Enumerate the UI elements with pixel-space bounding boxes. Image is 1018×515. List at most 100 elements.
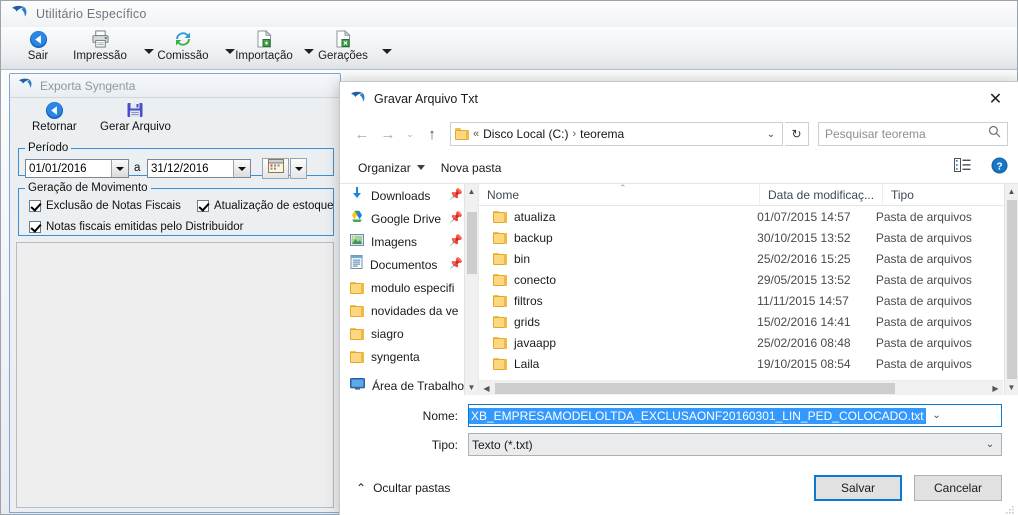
calendar-dropdown-button[interactable] xyxy=(290,158,307,179)
column-header-tipo[interactable]: Tipo xyxy=(882,184,1002,205)
up-icon[interactable]: ↑ xyxy=(420,122,444,146)
breadcrumb[interactable]: « Disco Local (C:) › teorema ⌄ xyxy=(450,122,783,146)
chevron-down-icon[interactable]: ⌄ xyxy=(760,123,782,145)
checkbox-checked-icon[interactable] xyxy=(197,200,209,212)
sidebar-item-label: Imagens xyxy=(371,234,418,249)
main-application-window: Utilitário Específico Sair Impressão Com… xyxy=(0,0,1018,515)
pin-icon[interactable]: 📌 xyxy=(449,236,463,247)
scroll-down-icon[interactable]: ▼ xyxy=(465,380,478,395)
gerar-arquivo-button[interactable]: Gerar Arquivo xyxy=(100,100,171,133)
table-row[interactable]: grids 15/02/2016 14:41 Pasta de arquivos xyxy=(479,311,1003,332)
retornar-button[interactable]: Retornar xyxy=(32,100,77,133)
sidebar-item-downloads[interactable]: Downloads 📌 xyxy=(340,184,464,207)
pin-icon[interactable]: 📌 xyxy=(449,213,463,224)
file-type-select[interactable]: Texto (*.txt) ⌄ xyxy=(468,433,1002,456)
table-row[interactable]: atualiza 01/07/2015 14:57 Pasta de arqui… xyxy=(479,206,1003,227)
retornar-label: Retornar xyxy=(32,121,77,133)
refresh-sync-icon xyxy=(173,29,193,49)
file-list-horizontal-scrollbar[interactable]: ◀ ▶ xyxy=(479,380,1003,395)
sidebar-item-documentos[interactable]: Documentos 📌 xyxy=(340,253,464,276)
sidebar-item-area-de-trabalho[interactable]: Área de Trabalho xyxy=(340,374,464,395)
checkbox-exclusao-notas-fiscais[interactable]: Exclusão de Notas Fiscais xyxy=(29,200,181,212)
download-icon xyxy=(350,186,364,205)
chevron-down-icon xyxy=(416,165,425,170)
view-layout-icon[interactable] xyxy=(954,158,971,177)
checkbox-checked-icon[interactable] xyxy=(29,200,41,212)
start-date-combo[interactable]: 01/01/2016 xyxy=(25,159,129,178)
back-icon[interactable]: ← xyxy=(350,122,374,146)
folder-icon xyxy=(493,252,507,265)
sidebar-item-siagro[interactable]: siagro xyxy=(340,322,464,345)
breadcrumb-separator: › xyxy=(572,128,577,140)
toolbar-button-geracoes[interactable]: Gerações xyxy=(306,29,380,62)
column-header-data-modificacao[interactable]: Data de modificaç... xyxy=(759,184,882,205)
desktop-icon xyxy=(350,377,365,395)
end-date-combo[interactable]: 31/12/2016 xyxy=(147,159,251,178)
toolbar-dropdown-geracoes[interactable] xyxy=(382,49,392,54)
exporta-syngenta-toolbar: Retornar Gerar Arquivo xyxy=(10,98,340,140)
folder-icon xyxy=(493,210,507,223)
file-name: bin xyxy=(514,251,531,266)
checkbox-checked-icon[interactable] xyxy=(29,221,41,233)
resize-grip-icon[interactable] xyxy=(1005,502,1015,514)
search-input[interactable]: Pesquisar teorema xyxy=(818,122,1008,146)
scrollbar-thumb[interactable] xyxy=(495,383,895,394)
nova-pasta-label: Nova pasta xyxy=(440,160,502,175)
file-name-row: Nome: XB_EMPRESAMODELOLTDA_EXCLUSAONF201… xyxy=(356,403,1002,428)
pin-icon[interactable]: 📌 xyxy=(449,259,463,270)
scroll-right-icon[interactable]: ▶ xyxy=(988,381,1003,395)
help-icon[interactable]: ? xyxy=(991,157,1008,179)
sidebar-item-google-drive[interactable]: Google Drive 📌 xyxy=(340,207,464,230)
file-name: grids xyxy=(514,314,541,329)
table-row[interactable]: Laila 19/10/2015 08:54 Pasta de arquivos xyxy=(479,353,1003,374)
breadcrumb-item-teorema[interactable]: teorema xyxy=(580,127,624,141)
sidebar-item-imagens[interactable]: Imagens 📌 xyxy=(340,230,464,253)
nova-pasta-button[interactable]: Nova pasta xyxy=(433,152,510,183)
scrollbar-thumb[interactable] xyxy=(1007,200,1017,379)
table-row[interactable]: backup 30/10/2015 13:52 Pasta de arquivo… xyxy=(479,227,1003,248)
table-row[interactable]: filtros 11/11/2015 14:57 Pasta de arquiv… xyxy=(479,290,1003,311)
chevron-down-icon[interactable]: ⌄ xyxy=(926,410,948,421)
scrollbar-thumb[interactable] xyxy=(467,212,477,274)
start-date-dropdown-icon[interactable] xyxy=(111,160,128,177)
toolbar-label-geracoes: Gerações xyxy=(318,50,368,62)
sidebar-item-modulo-especifico[interactable]: modulo especifi xyxy=(340,276,464,299)
sidebar-item-novidades-da-versao[interactable]: novidades da ve xyxy=(340,299,464,322)
chevron-down-icon[interactable]: ⌄ xyxy=(979,439,1001,450)
google-drive-icon xyxy=(350,210,364,228)
checkbox-notas-fiscais-distribuidor[interactable]: Notas fiscais emitidas pelo Distribuidor xyxy=(29,221,244,233)
application-toolbar: Sair Impressão Comissão Importação Geraç… xyxy=(1,27,1017,70)
table-row[interactable]: javaapp 25/02/2016 08:48 Pasta de arquiv… xyxy=(479,332,1003,353)
save-button[interactable]: Salvar xyxy=(814,475,902,501)
refresh-icon[interactable]: ↻ xyxy=(785,122,809,146)
pin-icon[interactable]: 📌 xyxy=(449,190,463,201)
table-row[interactable]: bin 25/02/2016 15:25 Pasta de arquivos xyxy=(479,248,1003,269)
toolbar-button-impressao[interactable]: Impressão xyxy=(63,29,137,62)
checkbox-atualizacao-estoque[interactable]: Atualização de estoque xyxy=(197,200,334,212)
file-name-input[interactable]: XB_EMPRESAMODELOLTDA_EXCLUSAONF20160301_… xyxy=(468,404,1002,427)
toolbar-button-comissao[interactable]: Comissão xyxy=(146,29,220,62)
search-placeholder: Pesquisar teorema xyxy=(825,127,926,141)
ocultar-pastas-toggle[interactable]: ⌃ Ocultar pastas xyxy=(356,481,450,495)
end-date-dropdown-icon[interactable] xyxy=(233,160,250,177)
sidebar-item-syngenta[interactable]: syngenta xyxy=(340,345,464,368)
svg-text:?: ? xyxy=(996,161,1002,172)
scroll-down-icon[interactable]: ▼ xyxy=(1005,380,1018,395)
file-date: 15/02/2016 14:41 xyxy=(757,314,851,329)
breadcrumb-item-disco-local[interactable]: Disco Local (C:) xyxy=(483,127,568,141)
calendar-button[interactable] xyxy=(262,158,289,179)
file-list-vertical-scrollbar[interactable]: ▲ ▼ xyxy=(1004,184,1018,395)
forward-icon[interactable]: → xyxy=(376,122,400,146)
close-icon[interactable]: ✕ xyxy=(973,82,1018,116)
scroll-up-icon[interactable]: ▲ xyxy=(1005,184,1018,199)
scroll-up-icon[interactable]: ▲ xyxy=(465,184,478,199)
table-row[interactable]: conecto 29/05/2015 13:52 Pasta de arquiv… xyxy=(479,269,1003,290)
sidebar-vertical-scrollbar[interactable]: ▲ ▼ xyxy=(464,184,478,395)
application-titlebar: Utilitário Específico xyxy=(1,1,1017,27)
organizar-menu[interactable]: Organizar xyxy=(350,152,433,183)
back-arrow-icon xyxy=(29,29,48,49)
scroll-left-icon[interactable]: ◀ xyxy=(479,381,494,395)
recent-locations-icon[interactable]: ⌄ xyxy=(402,122,418,146)
cancel-button[interactable]: Cancelar xyxy=(914,475,1002,501)
toolbar-button-importacao[interactable]: Importação xyxy=(227,29,301,62)
